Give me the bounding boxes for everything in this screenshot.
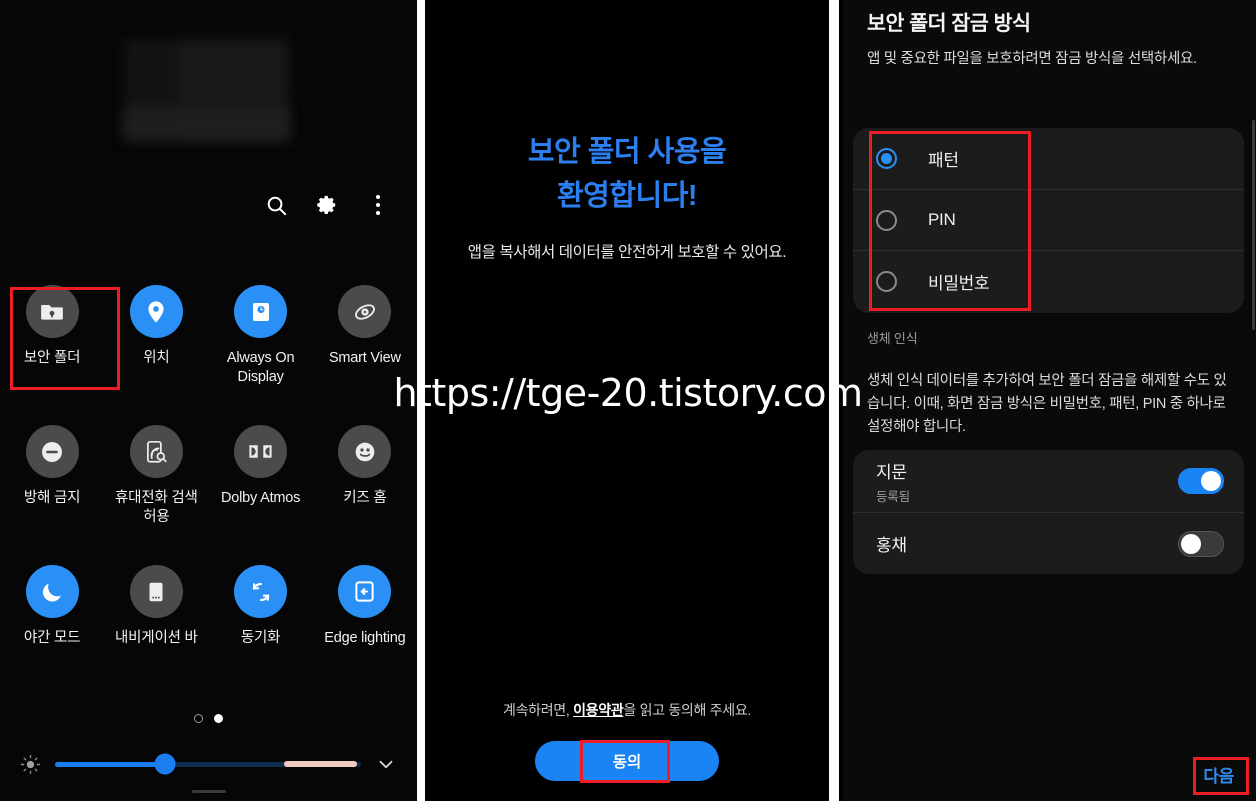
navigation-bar-icon [129,565,183,618]
quick-tile-label: 휴대전화 검색 허용 [115,490,198,525]
lock-type-description: 앱 및 중요한 파일을 보호하려면 잠금 방식을 선택하세요. [867,51,1197,67]
biometrics-row-subtitle: 등록됨 [876,489,910,504]
welcome-title: 보안 폴더 사용을 환영합니다! [425,130,829,218]
chevron-down-icon[interactable] [375,753,397,775]
quick-tile-smart-view[interactable]: Smart View [313,285,417,387]
always-on-display-icon [234,285,288,338]
biometrics-row-title: 홍채 [876,536,907,555]
brightness-icon [20,754,41,775]
quick-tile-do-not-disturb[interactable]: 방해 금지 [0,425,104,527]
brightness-slider-knob[interactable] [154,753,176,775]
next-button[interactable]: 다음 [1193,756,1244,793]
home-indicator-bar [191,790,226,793]
panel-divider-right [829,0,839,801]
quick-tile-kids-home[interactable]: 키즈 홈 [313,425,417,527]
find-my-phone-icon [129,425,183,478]
radio-button-icon[interactable] [876,148,897,169]
location-pin-icon [129,285,183,338]
page-indicator [0,714,417,723]
page-dot-1[interactable] [194,714,203,723]
quick-tile-sync[interactable]: 동기화 [209,565,313,648]
more-vert-icon[interactable] [365,192,391,218]
terms-link[interactable]: 이용약관 [573,702,624,718]
terms-notice: 계속하려면, 이용약관을 읽고 동의해 주세요. [425,700,829,720]
biometrics-section-header: 생체 인식 [867,331,918,346]
next-button-row: 다음 [1193,756,1244,793]
night-mode-icon [25,565,79,618]
quick-tile-label: Dolby Atmos [221,490,301,506]
welcome-subtitle: 앱을 복사해서 데이터를 안전하게 보호할 수 있어요. [467,244,787,261]
terms-prefix: 계속하려면, [502,702,574,718]
agree-button[interactable]: 동의 [535,741,719,781]
quick-tile-label: 방해 금지 [23,490,81,506]
agree-button-row: 동의 [425,741,829,781]
biometrics-row-fingerprint[interactable]: 지문 등록됨 [853,450,1244,512]
lock-option-pattern[interactable]: 패턴 [853,128,1244,189]
quick-tile-label: 내비게이션 바 [115,630,198,646]
terms-suffix: 을 읽고 동의해 주세요. [623,702,751,718]
panel-divider-left [417,0,425,801]
secure-folder-icon [25,285,79,338]
search-icon[interactable] [263,192,289,218]
lock-option-label: 비밀번호 [928,273,990,293]
quick-tile-navigation-bar[interactable]: 내비게이션 바 [104,565,208,648]
radio-button-icon[interactable] [876,209,897,231]
kids-home-icon [338,425,392,478]
page-dot-2[interactable] [214,714,223,723]
radio-button-icon[interactable] [876,270,897,292]
page-title: 보안 폴더 잠금 방식 [867,12,1031,35]
quick-tile-always-on-display[interactable]: Always On Display [209,285,313,387]
quick-tile-label: 야간 모드 [23,630,81,646]
quick-tile-label: Smart View [328,350,401,366]
vertical-scrollbar[interactable] [1252,120,1255,330]
quick-tile-label: Always On Display [226,350,295,385]
smart-view-icon [338,285,392,338]
quick-tile-label: 위치 [143,350,170,366]
secure-folder-lock-type-panel: 보안 폴더 잠금 방식 앱 및 중요한 파일을 보호하려면 잠금 방식을 선택하… [843,0,1256,801]
welcome-title-line1: 보안 폴더 사용을 [527,136,727,168]
quick-tile-find-my-phone[interactable]: 휴대전화 검색 허용 [104,425,208,527]
edge-lighting-icon [338,565,392,618]
screenshot-root: 보안 폴더 위치 Always On Display Smart View 방해… [0,0,1256,801]
brightness-slider[interactable] [55,753,361,775]
welcome-title-line2: 환영합니다! [556,180,698,212]
quick-tile-label: 키즈 홈 [343,490,387,506]
biometrics-description: 생체 인식 데이터를 추가하여 보안 폴더 잠금을 해제할 수도 있습니다. 이… [867,373,1227,435]
lock-option-label: PIN [928,210,956,229]
iris-toggle[interactable] [1178,530,1224,557]
lock-option-pin[interactable]: PIN [853,189,1244,250]
biometrics-row-title: 지문 [876,462,907,482]
quick-tile-label: 동기화 [240,630,281,646]
quick-tile-dolby-atmos[interactable]: Dolby Atmos [209,425,313,527]
dolby-atmos-icon [234,425,288,478]
fingerprint-toggle[interactable] [1178,468,1224,494]
lock-option-label: 패턴 [928,151,959,170]
brightness-slider-fill [55,761,166,767]
sync-icon [234,565,288,618]
quick-tile-night-mode[interactable]: 야간 모드 [0,565,104,648]
quick-settings-grid: 보안 폴더 위치 Always On Display Smart View 방해… [0,285,417,648]
biometrics-card: 지문 등록됨 홍채 [853,450,1244,574]
brightness-slider-row [0,742,417,786]
gear-icon[interactable] [314,192,340,218]
do-not-disturb-icon [25,425,79,478]
redacted-notification-area-lower [124,107,289,140]
quick-settings-panel: 보안 폴더 위치 Always On Display Smart View 방해… [0,0,417,801]
quick-tile-edge-lighting[interactable]: Edge lighting [313,565,417,648]
lock-option-password[interactable]: 비밀번호 [853,250,1244,311]
quick-tile-label: Edge lighting [324,630,406,646]
quick-tile-location[interactable]: 위치 [104,285,208,387]
quick-settings-toolbar [263,192,391,218]
lock-type-options-card: 패턴 PIN 비밀번호 [853,128,1244,313]
quick-tile-secure-folder[interactable]: 보안 폴더 [0,285,104,387]
biometrics-row-iris[interactable]: 홍채 [853,512,1244,574]
secure-folder-welcome-panel: 보안 폴더 사용을 환영합니다! 앱을 복사해서 데이터를 안전하게 보호할 수… [425,0,829,801]
quick-tile-label: 보안 폴더 [23,350,81,366]
brightness-slider-warm-segment [283,761,357,767]
